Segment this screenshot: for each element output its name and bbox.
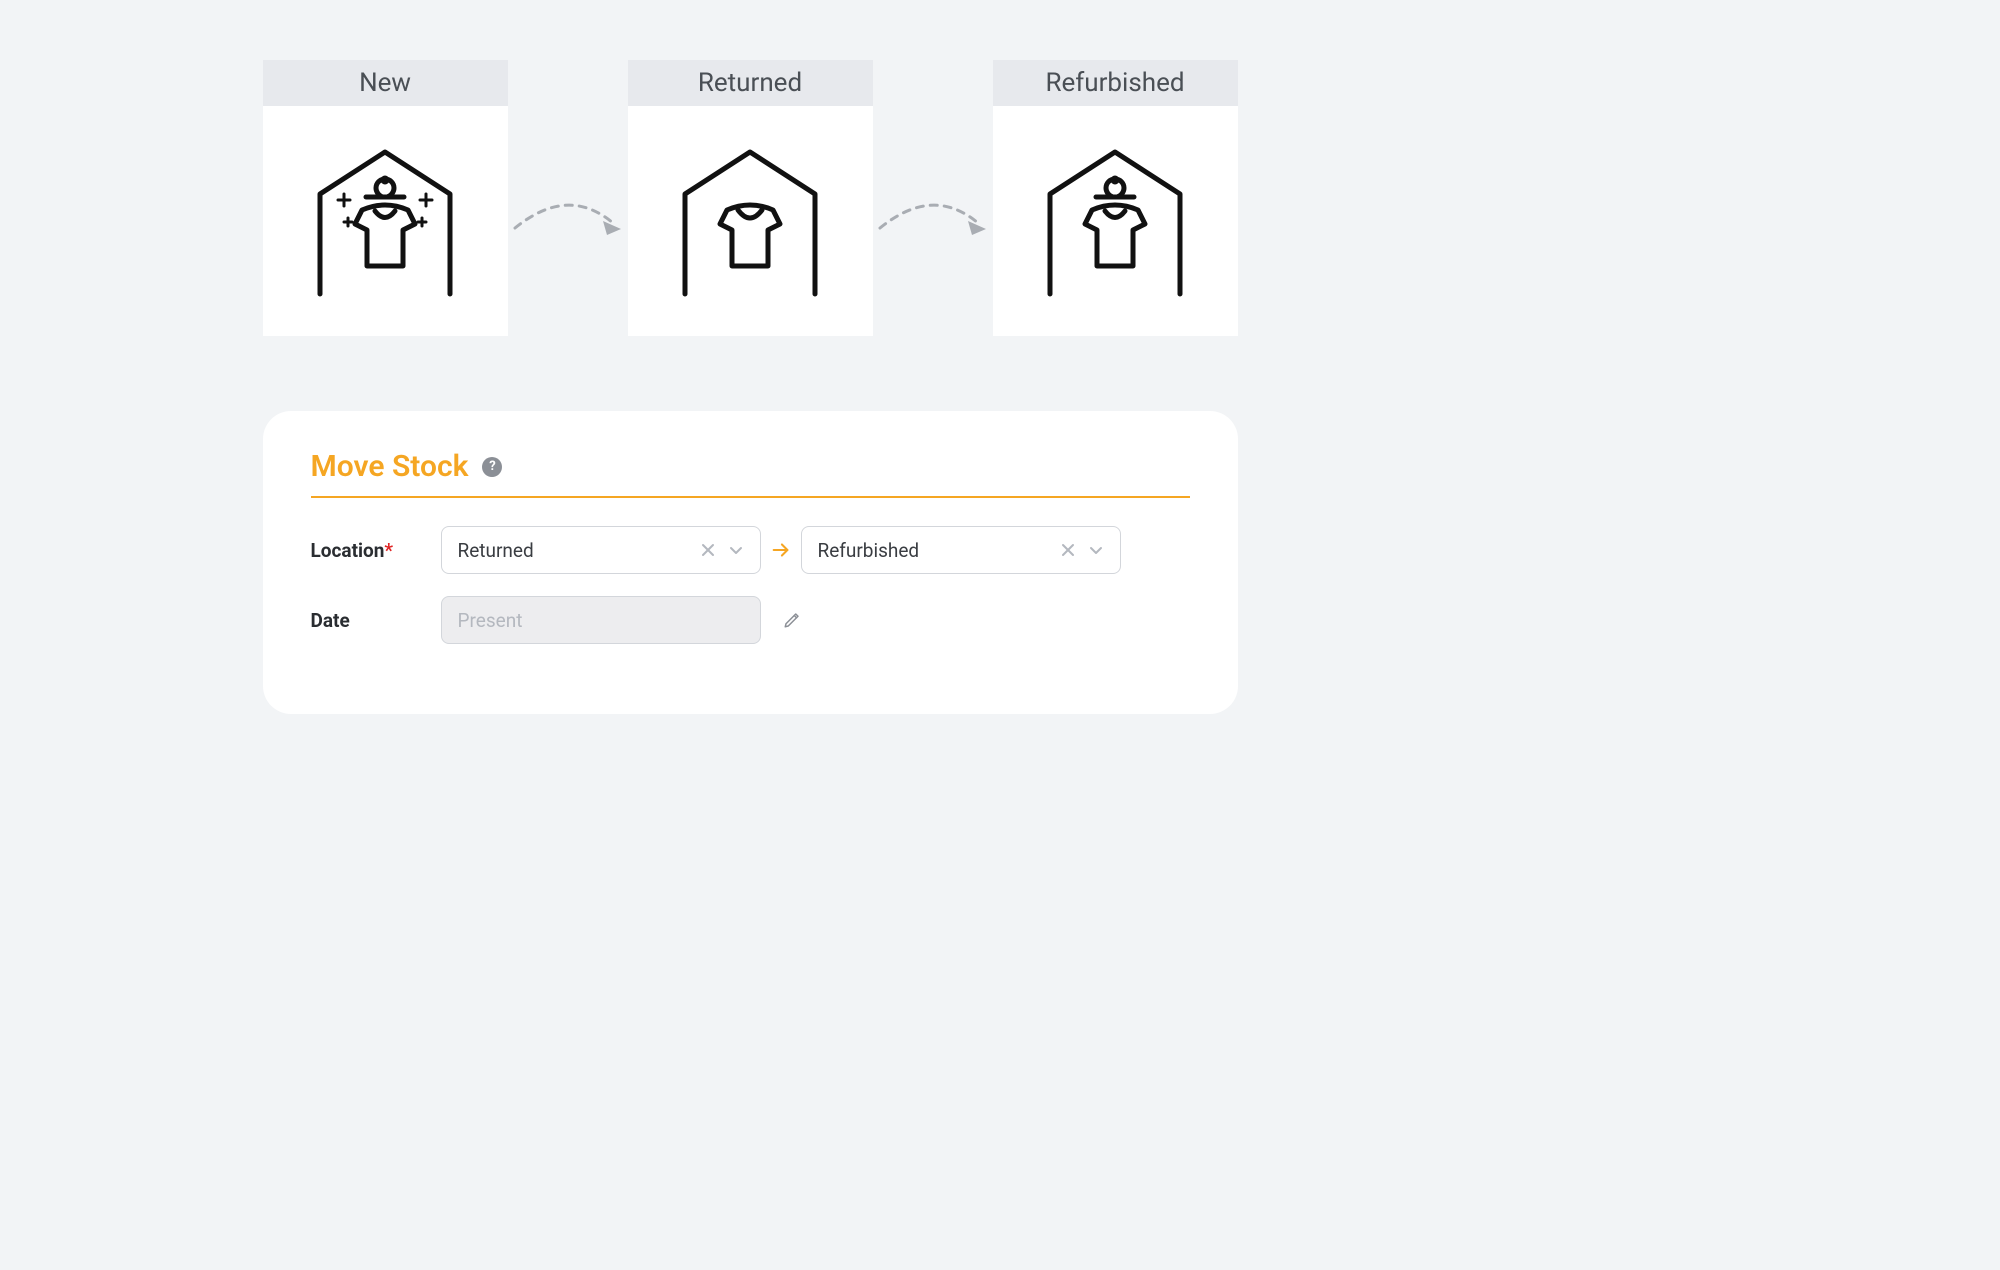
move-stock-panel: Move Stock ? Location* Returned Ref [263, 411, 1238, 714]
clear-icon[interactable] [694, 542, 722, 558]
stock-stages-row: New [263, 60, 1238, 336]
location-to-value: Refurbished [818, 539, 1054, 562]
clear-icon[interactable] [1054, 542, 1082, 558]
stage-refurbished-label: Refurbished [993, 60, 1238, 106]
date-row: Date Present [311, 596, 1190, 644]
location-label: Location* [311, 539, 441, 562]
warehouse-new-icon [300, 134, 470, 308]
stage-new-card [263, 106, 508, 336]
panel-title: Move Stock [311, 449, 469, 484]
chevron-down-icon[interactable] [722, 542, 750, 558]
stage-new: New [263, 60, 508, 336]
help-icon[interactable]: ? [482, 457, 502, 477]
stage-returned-label: Returned [628, 60, 873, 106]
location-row: Location* Returned Refurbished [311, 526, 1190, 574]
stage-returned: Returned [628, 60, 873, 336]
panel-header: Move Stock ? [311, 449, 1190, 498]
chevron-down-icon[interactable] [1082, 542, 1110, 558]
required-mark: * [384, 539, 393, 562]
stage-new-label: New [263, 60, 508, 106]
flow-arrow-1 [513, 188, 623, 248]
date-input[interactable]: Present [441, 596, 761, 644]
flow-arrow-2 [878, 188, 988, 248]
location-to-select[interactable]: Refurbished [801, 526, 1121, 574]
pencil-icon[interactable] [783, 611, 801, 629]
arrow-right-icon [761, 539, 801, 561]
stage-refurbished: Refurbished [993, 60, 1238, 336]
warehouse-refurbished-icon [1030, 134, 1200, 308]
stage-refurbished-card [993, 106, 1238, 336]
location-from-select[interactable]: Returned [441, 526, 761, 574]
date-placeholder: Present [458, 609, 523, 632]
warehouse-returned-icon [665, 134, 835, 308]
location-label-text: Location [311, 539, 385, 562]
location-from-value: Returned [458, 539, 694, 562]
date-label: Date [311, 609, 441, 632]
stage-returned-card [628, 106, 873, 336]
